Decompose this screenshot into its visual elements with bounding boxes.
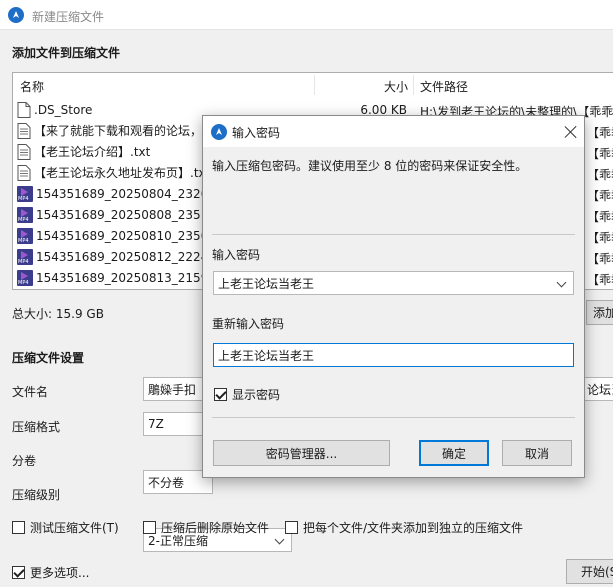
mp4-video-icon: MP4 xyxy=(17,269,33,286)
chevron-down-icon[interactable] xyxy=(556,277,567,288)
window-title: 新建压缩文件 xyxy=(32,10,105,24)
close-icon[interactable] xyxy=(564,125,578,139)
file-name: 154351689_20250810_23503 xyxy=(36,228,216,243)
window-titlebar: 新建压缩文件 xyxy=(0,0,613,30)
app-logo-icon xyxy=(8,7,24,23)
dialog-body: 输入压缩包密码。建议使用至少 8 位的密码来保证安全性。 输入密码 上老王论坛当… xyxy=(203,147,584,477)
separate-archives-label: 把每个文件/文件夹添加到独立的压缩文件 xyxy=(303,521,524,535)
split-label: 分卷 xyxy=(12,454,37,468)
mp4-video-icon: MP4 xyxy=(17,185,33,202)
delete-original-checkbox[interactable] xyxy=(143,521,156,534)
column-header-name[interactable]: 名称 xyxy=(20,78,44,95)
dialog-info-text: 输入压缩包密码。建议使用至少 8 位的密码来保证安全性。 xyxy=(212,159,528,173)
file-row[interactable]: MP4 154351689_20250813_21594 xyxy=(17,267,216,288)
test-archive-label: 测试压缩文件(T) xyxy=(30,521,119,535)
dialog-title: 输入密码 xyxy=(232,126,281,140)
file-name: 【老王论坛介绍】.txt xyxy=(34,145,151,159)
file-row[interactable]: MP4 154351689_20250810_23503 xyxy=(17,225,216,246)
file-name: 154351689_20250813_21594 xyxy=(36,270,216,285)
more-options-label: 更多选项... xyxy=(30,566,90,580)
chevron-down-icon xyxy=(274,534,285,545)
file-path: 【乖乖 xyxy=(587,189,613,203)
file-row[interactable]: 【来了就能下载和观看的论坛， xyxy=(17,120,202,141)
file-name: 154351689_20250808_23512 xyxy=(36,207,216,222)
password-manager-button[interactable]: 密码管理器... xyxy=(213,440,390,466)
password-label: 输入密码 xyxy=(212,248,261,262)
start-button[interactable]: 开始(S xyxy=(566,559,613,584)
file-row[interactable]: MP4 154351689_20250804_23205 xyxy=(17,183,216,204)
confirm-password-label: 重新输入密码 xyxy=(212,317,285,331)
format-label: 压缩格式 xyxy=(12,420,61,434)
file-icon xyxy=(17,101,31,118)
file-path: 【乖乖 xyxy=(587,168,613,182)
password-dialog: 输入密码 输入压缩包密码。建议使用至少 8 位的密码来保证安全性。 输入密码 上… xyxy=(202,115,585,478)
divider xyxy=(212,234,575,235)
file-row[interactable]: 【老王论坛永久地址发布页】.tx xyxy=(17,162,206,183)
separate-archives-option[interactable]: 把每个文件/文件夹添加到独立的压缩文件 xyxy=(285,519,523,536)
file-name: 【老王论坛永久地址发布页】.tx xyxy=(34,166,206,180)
file-path: 【乖乖 xyxy=(587,210,613,224)
show-password-checkbox[interactable] xyxy=(214,388,227,401)
add-button[interactable]: 添加 xyxy=(586,300,613,325)
split-value: 不分卷 xyxy=(148,475,185,490)
show-password-label: 显示密码 xyxy=(232,388,281,402)
more-options-checkbox[interactable] xyxy=(12,566,25,579)
column-header-path[interactable]: 文件路径 xyxy=(420,78,468,95)
file-path: 【乖乖 xyxy=(587,231,613,245)
file-path: 【乖乖 xyxy=(587,273,613,287)
dialog-titlebar: 输入密码 xyxy=(203,116,584,147)
password-value: 上老王论坛当老王 xyxy=(218,276,315,291)
file-row[interactable]: 【老王论坛介绍】.txt xyxy=(17,141,150,162)
filename-label: 文件名 xyxy=(12,385,49,399)
add-files-heading: 添加文件到压缩文件 xyxy=(12,46,121,60)
text-file-icon xyxy=(17,164,31,181)
ok-button[interactable]: 确定 xyxy=(419,440,489,466)
app-logo-icon xyxy=(211,124,227,140)
test-archive-checkbox[interactable] xyxy=(12,521,25,534)
file-name: .DS_Store xyxy=(34,102,93,117)
file-name: 【来了就能下载和观看的论坛， xyxy=(34,124,203,138)
file-row[interactable]: .DS_Store xyxy=(17,99,92,120)
file-row[interactable]: MP4 154351689_20250812_22244 xyxy=(17,246,216,267)
file-path: 【乖乖 xyxy=(587,147,613,161)
file-name: 154351689_20250812_22244 xyxy=(36,249,216,264)
filename-input-tail[interactable]: 论坛当 xyxy=(584,377,613,401)
file-row[interactable]: MP4 154351689_20250808_23512 xyxy=(17,204,216,225)
format-value: 7Z xyxy=(148,417,164,431)
file-path: 【乖乖 xyxy=(587,252,613,266)
mp4-video-icon: MP4 xyxy=(17,206,33,223)
delete-original-label: 压缩后删除原始文件 xyxy=(161,521,270,535)
more-options[interactable]: 更多选项... xyxy=(12,564,89,581)
mp4-video-icon: MP4 xyxy=(17,248,33,265)
show-password-option[interactable]: 显示密码 xyxy=(214,386,280,403)
delete-original-option[interactable]: 压缩后删除原始文件 xyxy=(143,519,269,536)
settings-heading: 压缩文件设置 xyxy=(12,351,85,365)
file-name: 154351689_20250804_23205 xyxy=(36,186,216,201)
confirm-password-input[interactable]: 上老王论坛当老王 xyxy=(213,343,574,367)
column-header-size[interactable]: 大小 xyxy=(384,78,408,95)
cancel-button[interactable]: 取消 xyxy=(502,440,572,466)
file-list-header: 名称 大小 文件路径 xyxy=(13,73,613,97)
divider xyxy=(212,417,575,418)
text-file-icon xyxy=(17,143,31,160)
total-size: 总大小: 15.9 GB xyxy=(12,307,104,321)
file-path: 【乖乖 xyxy=(587,126,613,140)
test-archive-option[interactable]: 测试压缩文件(T) xyxy=(12,519,119,536)
level-label: 压缩级别 xyxy=(12,488,61,502)
mp4-video-icon: MP4 xyxy=(17,227,33,244)
separate-archives-checkbox[interactable] xyxy=(285,521,298,534)
text-file-icon xyxy=(17,122,31,139)
password-input[interactable]: 上老王论坛当老王 xyxy=(213,271,574,295)
